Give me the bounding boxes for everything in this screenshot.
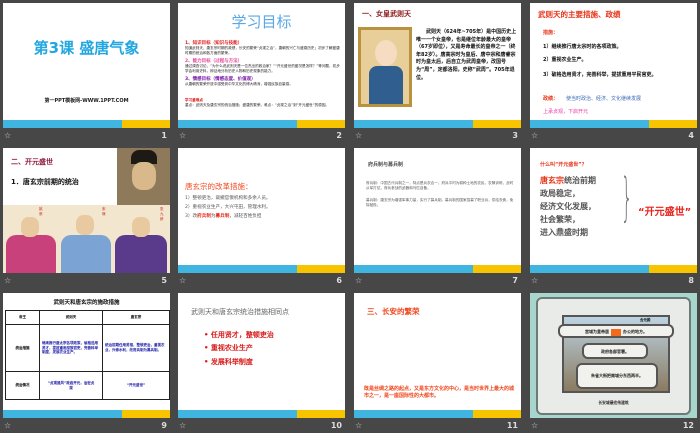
transition-icon[interactable]: ☆: [355, 276, 362, 285]
slide-thumbnail-9[interactable]: 武则天和唐玄宗的施政措施 帝王 武则天 唐玄宗 统治措施 继续推行唐太宗各项政策…: [3, 293, 170, 433]
slide-thumbnail-12[interactable]: 含元殿 宫城为皇帝居 办公的地方。 政府各部官署。 朱雀大街把南城分东西两半。 长…: [530, 293, 697, 433]
slide-title: 第3课 盛唐气象: [33, 39, 140, 57]
slide-number: 9: [161, 421, 167, 430]
description: 唐玄宗统治前期 政局稳定， 经济文化发展， 社会繁荣， 进入鼎盛时期: [540, 176, 596, 237]
slide-title: 一、女皇武则天: [362, 10, 411, 18]
slide-number: 5: [161, 276, 167, 285]
color-bar: [3, 120, 170, 128]
caption-box: 政府各部官署。: [582, 343, 648, 359]
label: 措施：: [543, 30, 559, 36]
slide-thumbnail-7[interactable]: 府兵制与募兵制 府兵制：中国古代兵制之一，特点是兵农合一，府兵平时为耕种土地的农…: [354, 148, 521, 288]
slide-title: 武则天和唐玄宗统治措施相同点: [191, 308, 289, 316]
slide-number: 4: [688, 131, 694, 140]
slide-body: 武则天（624年~705年）是中国历史上唯一一个女皇帝，也是继位年龄最大的皇帝（…: [416, 29, 517, 81]
list-item: 1）整顿吏治，裁撤官僚机构和多余人员。: [185, 196, 271, 201]
comparison-table: 帝王 武则天 唐玄宗 统治措施 继续推行唐太宗各项政策，破格选用贤才，提拔重用庶…: [5, 310, 170, 400]
paragraph: 从唐朝的繁荣开放中感受到中华文化的博大精深，增强民族自豪感。: [185, 82, 293, 86]
list-item: 1）继续推行唐太宗时的各项政策。: [543, 44, 622, 50]
table-header: 唐玄宗: [102, 310, 170, 325]
name-label: 姚崇: [39, 207, 43, 216]
bullet-item: 募兵制：唐玄宗为增强军事力量，实行了募兵制。募兵制的国家招募了职业兵，供给衣食，…: [366, 198, 514, 207]
name-label: 张九龄: [160, 207, 164, 221]
paragraph: 知道武则天、唐玄宗时期的政绩，长安的繁荣“贞观之治”，唐朝的兴亡与盛衰历史；初步…: [185, 46, 340, 55]
slide-title: 武则天和唐玄宗的施政措施: [53, 300, 120, 306]
ministers-image: 姚崇 宋璟 张九龄: [3, 205, 170, 273]
table-row: 统治情况 “贞观遗风”政启开元，治宏贞观 “开元盛世”: [5, 371, 170, 400]
transition-icon[interactable]: ☆: [355, 421, 362, 430]
table-row: 统治措施 继续推行唐太宗各项政策，破格选用贤才，提拔重用庶族官吏，完善科举制度，…: [5, 324, 170, 372]
text: 上承贞观，下启开元: [543, 109, 589, 115]
name-label: 宋璟: [102, 207, 106, 216]
bullet-item: • 任用贤才，整顿吏治: [204, 331, 274, 339]
portrait-image: [358, 27, 412, 107]
slide-title: 二、开元盛世: [11, 158, 53, 166]
slide-number: 3: [512, 131, 518, 140]
slide-number: 10: [330, 421, 342, 430]
table-header: 武则天: [39, 310, 103, 325]
paragraph: 重点：武则天及唐玄宗的统治措施；盛唐的繁荣。难点：“贞观之治”到“开元盛世”的原…: [185, 103, 330, 107]
slide-thumbnail-8[interactable]: 什么叫“开元盛世”？ 唐玄宗统治前期 政局稳定， 经济文化发展， 社会繁荣， 进…: [530, 148, 697, 288]
kaiyuan-label: “开元盛世”: [638, 207, 692, 218]
transition-icon[interactable]: ☆: [4, 276, 11, 285]
slide-number: 2: [336, 131, 342, 140]
slide-title: 三、长安的繁荣: [367, 307, 420, 316]
slide-thumbnail-11[interactable]: 三、长安的繁荣 既是丝绸之路的起点，又是东方文化的中心，是当时世界上最大的城市之…: [354, 293, 521, 433]
transition-icon[interactable]: ☆: [4, 421, 11, 430]
list-item: 2）重视农业生产。: [543, 57, 587, 63]
bullet-item: • 重视农业生产: [204, 344, 253, 352]
slide-thumbnail-1[interactable]: 第3课 盛唐气象 第一PPT模板网-WWW.1PPT.COM ☆ 1: [3, 3, 170, 143]
transition-icon[interactable]: ☆: [531, 276, 538, 285]
text: 使当时政治、经济、文化继续发展: [566, 96, 642, 102]
slide-subtitle: 第一PPT模板网-WWW.1PPT.COM: [44, 98, 129, 104]
slide-number: 1: [161, 131, 167, 140]
slide-number: 11: [506, 421, 518, 430]
slide-number: 7: [512, 276, 518, 285]
transition-icon[interactable]: ☆: [531, 131, 538, 140]
bullet-item: 府兵制：中国古代兵制之一，特点是兵农合一，府兵平时为耕种土地的农民，农隙训练，战…: [366, 181, 514, 190]
slide-title: 府兵制与募兵制: [368, 162, 404, 168]
slide-thumbnail-2[interactable]: 学习目标 1、知识目标（知识与技能） 知道武则天、唐玄宗时期的政绩，长安的繁荣“…: [178, 3, 345, 143]
caption-box: 宫城为皇帝居 办公的地方。: [558, 324, 674, 338]
table-header: 帝王: [5, 310, 40, 325]
slide-number: 6: [336, 276, 342, 285]
label: 政绩：: [543, 96, 559, 102]
slide-thumbnail-3[interactable]: 一、女皇武则天 武则天（624年~705年）是中国历史上唯一一个女皇帝，也是继位…: [354, 3, 521, 143]
list-item: 3）改府兵制为募兵制，减轻百姓负担: [185, 214, 262, 219]
image-caption: 长安城最宏伟建筑: [598, 400, 629, 405]
slide-title: 唐玄宗的改革措施：: [185, 182, 253, 191]
slide-title: 武则天的主要措施、政绩: [538, 10, 621, 19]
slide-body: 既是丝绸之路的起点，又是东方文化的中心，是当时世界上最大的城市之一，是一座国际性…: [364, 386, 515, 399]
tag: 含元殿: [640, 318, 651, 322]
brace: }: [621, 168, 633, 228]
slide-thumbnail-10[interactable]: 武则天和唐玄宗统治措施相同点 • 任用贤才，整顿吏治 • 重视农业生产 • 发展…: [178, 293, 345, 433]
slide-thumbnail-6[interactable]: 唐玄宗的改革措施： 1）整顿吏治，裁撤官僚机构和多余人员。 2）重视农业生产，大…: [178, 148, 345, 288]
slide-thumbnail-5[interactable]: 二、开元盛世 1．唐玄宗前期的统治 姚崇 宋璟 张九龄 ☆ 5: [3, 148, 170, 288]
question: 什么叫“开元盛世”？: [540, 162, 587, 168]
transition-icon[interactable]: ☆: [179, 276, 186, 285]
slide-title: 学习目标: [231, 13, 292, 31]
slide-number: 8: [688, 276, 694, 285]
paragraph: 通过调查讨论，“为什么说武则天是一位杰出的政治家？”“开元盛世的盛况是怎样？”等…: [185, 64, 340, 73]
transition-icon[interactable]: ☆: [179, 421, 186, 430]
transition-icon[interactable]: ☆: [4, 131, 11, 140]
bullet-item: • 发展科举制度: [204, 358, 253, 366]
caption-box: 朱雀大街把南城分东西两半。: [576, 363, 658, 389]
list-item: 3）破格选用贤才，完善科举，提拔重用平民官吏。: [543, 72, 657, 78]
slide-thumbnail-4[interactable]: 武则天的主要措施、政绩 措施： 1）继续推行唐太宗时的各项政策。 2）重视农业生…: [530, 3, 697, 143]
portrait-image: [117, 148, 170, 205]
transition-icon[interactable]: ☆: [355, 131, 362, 140]
transition-icon[interactable]: ☆: [531, 421, 538, 430]
transition-icon[interactable]: ☆: [179, 131, 186, 140]
list-item: 2）重视农业生产，大兴屯田，管理水利。: [185, 205, 271, 210]
slide-subtitle: 1．唐玄宗前期的统治: [11, 178, 79, 186]
slide-number: 12: [682, 421, 694, 430]
